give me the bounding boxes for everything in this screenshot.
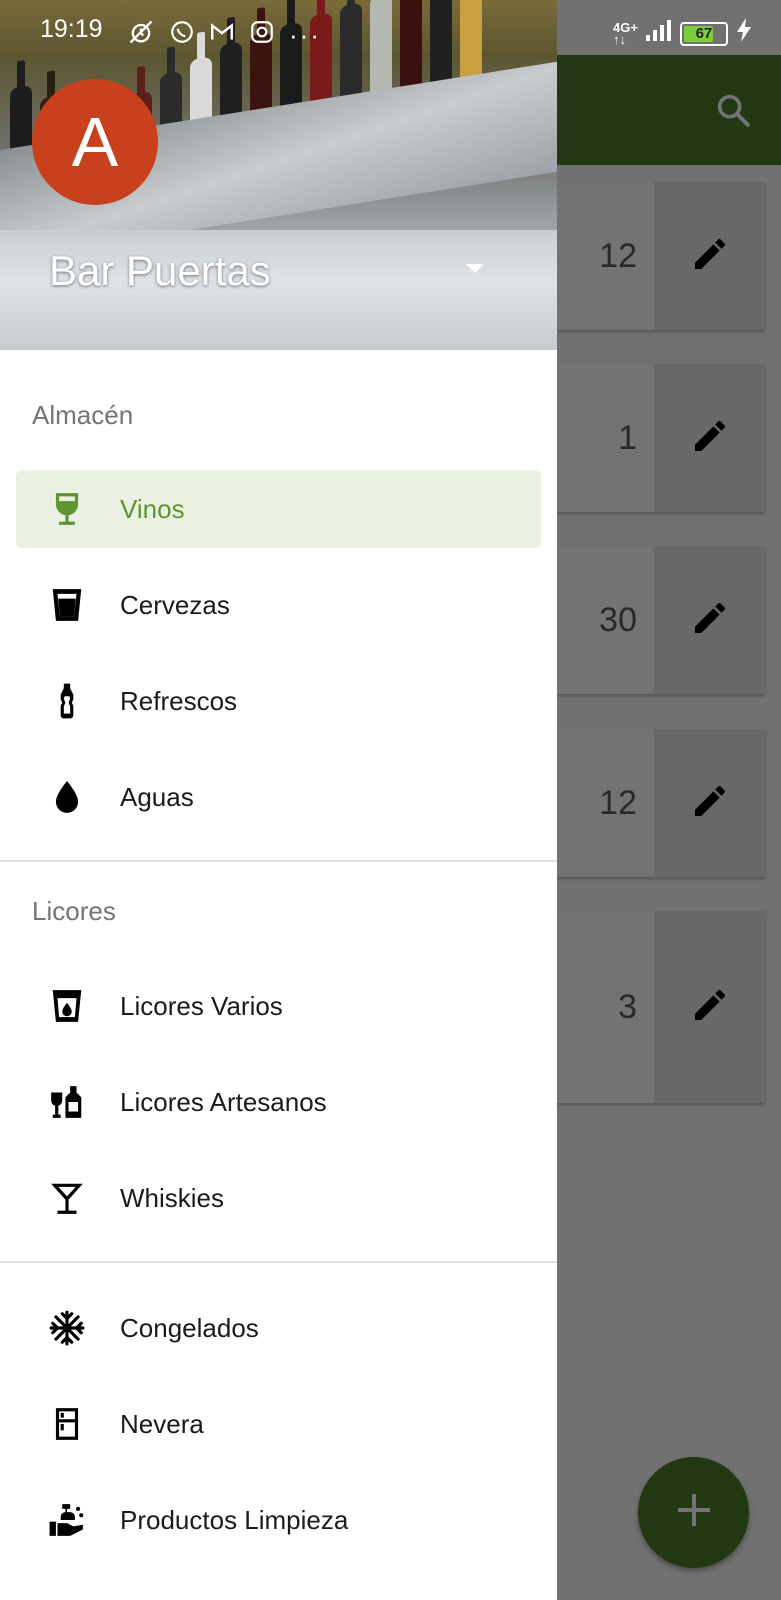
wine-glass-icon — [48, 490, 86, 528]
nav-item-label: Cervezas — [120, 589, 230, 620]
avatar[interactable]: A — [32, 79, 158, 205]
cleaning-products-icon — [48, 1501, 86, 1539]
network-type: 4G+ ↑↓ — [613, 19, 638, 47]
nav-item-productos-limpieza[interactable]: Productos Limpieza — [16, 1481, 541, 1559]
nav-item-partial[interactable] — [16, 1577, 541, 1600]
account-dropdown-icon[interactable] — [466, 264, 484, 273]
nav-item-cervezas[interactable]: Cervezas — [16, 566, 541, 644]
beer-glass-icon — [48, 586, 86, 624]
navigation-drawer: A Bar Puertas Almacén Vinos Cervezas Ref… — [0, 0, 557, 1600]
snowflake-icon — [48, 1309, 86, 1347]
gmail-icon — [209, 19, 235, 52]
nav-item-nevera[interactable]: Nevera — [16, 1385, 541, 1463]
more-notifications-icon: ··· — [289, 20, 321, 50]
instagram-icon — [249, 19, 275, 52]
water-drop-icon — [48, 778, 86, 816]
nav-item-label: Aguas — [120, 781, 194, 812]
nav-item-aguas[interactable]: Aguas — [16, 758, 541, 836]
section-title-licores: Licores — [32, 896, 116, 926]
nav-item-congelados[interactable]: Congelados — [16, 1289, 541, 1367]
charging-icon — [736, 18, 752, 49]
section-title-almacen: Almacén — [32, 400, 134, 430]
nav-item-label: Whiskies — [120, 1182, 225, 1213]
nav-item-licores-varios[interactable]: Licores Varios — [16, 967, 541, 1045]
nav-item-label: Licores Artesanos — [120, 1086, 327, 1117]
nav-item-refrescos[interactable]: Refrescos — [16, 662, 541, 740]
status-time: 19:19 — [40, 15, 103, 43]
alarm-off-icon — [127, 18, 155, 53]
nav-item-label: Nevera — [120, 1408, 204, 1439]
nav-item-label: Vinos — [120, 493, 185, 524]
nav-item-licores-artesanos[interactable]: Licores Artesanos — [16, 1063, 541, 1141]
section-divider — [0, 1261, 557, 1263]
battery-icon: 67 — [679, 21, 728, 46]
nav-item-label: Licores Varios — [120, 990, 283, 1021]
status-bar: 19:19 ··· 4G+ ↑↓ 67 — [0, 0, 781, 56]
section-divider — [0, 860, 557, 862]
liquor-bottles-icon — [48, 1083, 86, 1121]
nav-item-label: Refrescos — [120, 685, 238, 716]
soda-bottle-icon — [48, 682, 86, 720]
battery-level: 67 — [695, 24, 713, 42]
signal-icon — [645, 19, 672, 48]
nav-item-whiskies[interactable]: Whiskies — [16, 1159, 541, 1237]
liquor-glass-icon — [48, 987, 86, 1025]
nav-item-label: Productos Limpieza — [120, 1504, 349, 1535]
nav-item-label: Congelados — [120, 1312, 259, 1343]
fridge-icon — [48, 1405, 86, 1443]
account-name[interactable]: Bar Puertas — [49, 247, 271, 295]
whatsapp-icon — [169, 19, 195, 52]
nav-item-vinos[interactable]: Vinos — [16, 470, 541, 548]
cocktail-glass-icon — [48, 1179, 86, 1217]
